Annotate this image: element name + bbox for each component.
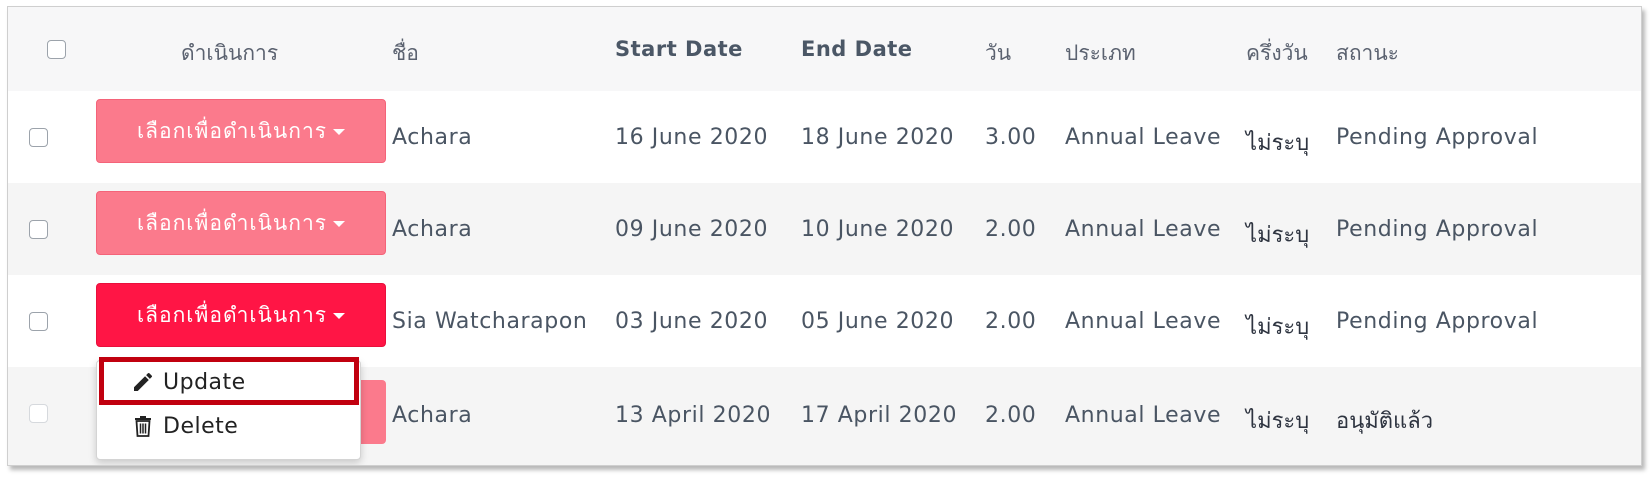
cell-end-date: 18 June 2020 xyxy=(801,125,955,150)
cell-half-day: ไม่ระบุ xyxy=(1246,131,1310,156)
cell-half-day: ไม่ระบุ xyxy=(1246,223,1310,248)
menu-item-label: Update xyxy=(163,369,246,395)
cell-start-date: 09 June 2020 xyxy=(615,217,769,242)
table-row: เลือกเพื่อดำเนินการ Sia Watcharapon 03 J… xyxy=(8,275,1641,367)
table-row: เลือกเพื่อดำเนินการ Achara 09 June 2020 … xyxy=(8,183,1641,275)
action-dropdown-button[interactable] xyxy=(358,380,386,444)
cell-status: อนุมัติแล้ว xyxy=(1336,409,1434,434)
action-dropdown-button[interactable]: เลือกเพื่อดำเนินการ xyxy=(96,99,386,163)
cell-status: Pending Approval xyxy=(1336,125,1539,150)
cell-half-day: ไม่ระบุ xyxy=(1246,409,1310,434)
cell-type: Annual Leave xyxy=(1065,403,1222,428)
header-type: ประเภท xyxy=(1065,41,1136,65)
header-days: วัน xyxy=(985,41,1012,65)
cell-status: Pending Approval xyxy=(1336,217,1539,242)
pencil-icon xyxy=(134,372,153,391)
menu-item-update[interactable]: Update xyxy=(97,361,360,403)
cell-type: Annual Leave xyxy=(1065,125,1222,150)
menu-item-label: Delete xyxy=(163,413,239,439)
caret-down-icon xyxy=(333,129,346,135)
cell-name: Achara xyxy=(392,217,473,242)
header-name: ชื่อ xyxy=(392,41,419,65)
action-dropdown-menu: Update Delete xyxy=(96,360,361,460)
cell-end-date: 17 April 2020 xyxy=(801,403,958,428)
cell-type: Annual Leave xyxy=(1065,309,1222,334)
header-status: สถานะ xyxy=(1336,41,1399,65)
row-checkbox[interactable] xyxy=(29,220,48,239)
cell-start-date: 16 June 2020 xyxy=(615,125,769,150)
cell-type: Annual Leave xyxy=(1065,217,1222,242)
cell-start-date: 03 June 2020 xyxy=(615,309,769,334)
leave-requests-table: ดำเนินการ ชื่อ Start Date End Date วัน ป… xyxy=(7,6,1642,466)
cell-status: Pending Approval xyxy=(1336,309,1539,334)
table-header-row: ดำเนินการ ชื่อ Start Date End Date วัน ป… xyxy=(8,7,1641,91)
cell-end-date: 10 June 2020 xyxy=(801,217,955,242)
header-action: ดำเนินการ xyxy=(181,41,279,65)
cell-end-date: 05 June 2020 xyxy=(801,309,955,334)
cell-name: Achara xyxy=(392,125,473,150)
action-button-label: เลือกเพื่อดำเนินการ xyxy=(136,210,328,235)
trash-icon xyxy=(135,416,151,437)
table-row: เลือกเพื่อดำเนินการ Achara 16 June 2020 … xyxy=(8,91,1641,183)
action-dropdown-button-open[interactable]: เลือกเพื่อดำเนินการ xyxy=(96,283,386,347)
cell-days: 2.00 xyxy=(985,309,1037,334)
caret-down-icon xyxy=(333,221,346,227)
row-checkbox[interactable] xyxy=(29,404,48,423)
cell-days: 2.00 xyxy=(985,217,1037,242)
row-checkbox[interactable] xyxy=(29,128,48,147)
cell-days: 2.00 xyxy=(985,403,1037,428)
action-button-label: เลือกเพื่อดำเนินการ xyxy=(136,118,328,143)
caret-down-icon xyxy=(333,313,346,319)
action-button-label: เลือกเพื่อดำเนินการ xyxy=(136,302,328,327)
cell-half-day: ไม่ระบุ xyxy=(1246,315,1310,340)
header-end-date: End Date xyxy=(801,37,913,61)
cell-name: Sia Watcharapon xyxy=(392,309,588,334)
menu-item-delete[interactable]: Delete xyxy=(97,405,360,447)
header-start-date: Start Date xyxy=(615,37,743,61)
select-all-checkbox[interactable] xyxy=(47,40,66,59)
header-half-day: ครึ่งวัน xyxy=(1246,41,1308,65)
cell-start-date: 13 April 2020 xyxy=(615,403,772,428)
cell-name: Achara xyxy=(392,403,473,428)
cell-days: 3.00 xyxy=(985,125,1037,150)
action-dropdown-button[interactable]: เลือกเพื่อดำเนินการ xyxy=(96,191,386,255)
row-checkbox[interactable] xyxy=(29,312,48,331)
